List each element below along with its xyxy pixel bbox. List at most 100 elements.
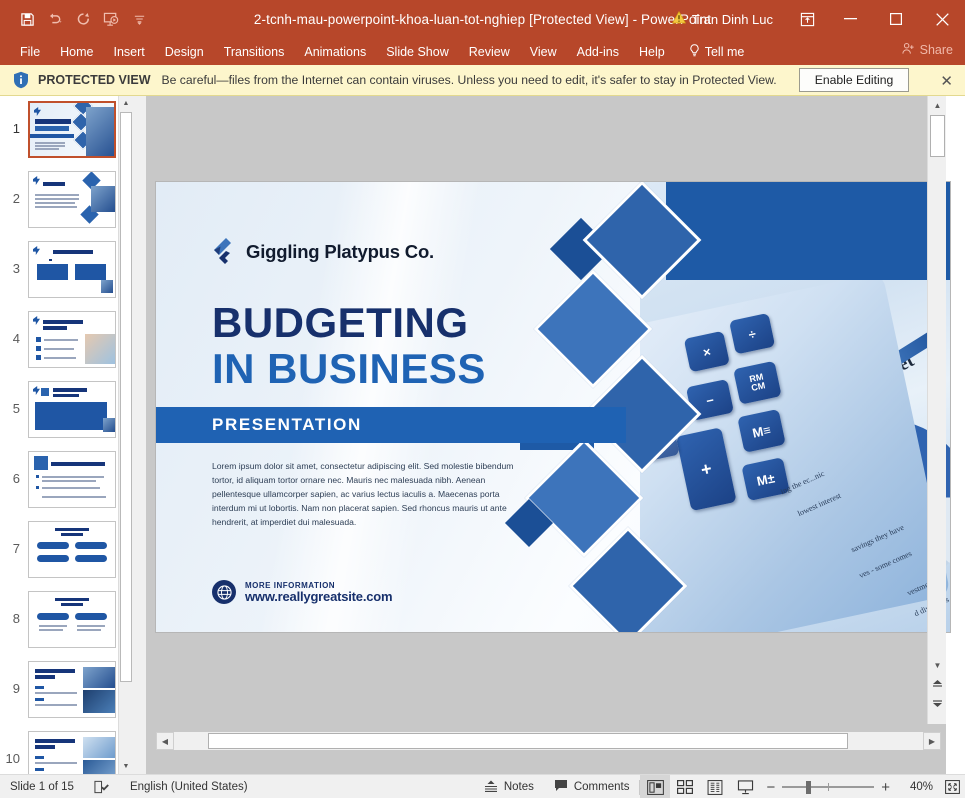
close-protected-view-icon[interactable]: ✕: [940, 72, 953, 90]
zoom-control[interactable]: − + 40%: [760, 779, 939, 796]
zoom-percentage[interactable]: 40%: [897, 781, 933, 793]
protected-view-bar: PROTECTED VIEW Be careful—files from the…: [0, 65, 965, 96]
tab-insert[interactable]: Insert: [104, 41, 155, 63]
enable-editing-button[interactable]: Enable Editing: [798, 68, 910, 92]
info-shield-icon: [8, 71, 34, 89]
user-name: Tran Dinh Luc: [691, 11, 773, 27]
language-indicator[interactable]: English (United States): [120, 775, 258, 798]
thumbnail-slide-5[interactable]: 5: [0, 381, 132, 446]
thumbnail-preview: [28, 311, 116, 368]
tab-view[interactable]: View: [520, 41, 567, 63]
undo-icon[interactable]: [42, 6, 68, 32]
ribbon-display-options-icon[interactable]: [787, 0, 827, 38]
previous-slide-button[interactable]: [928, 676, 947, 692]
next-slide-button[interactable]: [928, 694, 947, 710]
thumbnail-scroll-thumb[interactable]: [120, 112, 132, 682]
reading-view-button[interactable]: [700, 775, 730, 798]
thumbnail-scroll-up-icon[interactable]: ▲: [119, 96, 132, 111]
canvas-horizontal-scrollbar[interactable]: ◀ ▶: [156, 732, 941, 750]
notes-label: Notes: [503, 781, 534, 793]
thumbnail-slide-6[interactable]: 6: [0, 451, 132, 516]
zoom-slider-midpoint: [828, 783, 830, 791]
thumbnail-preview: [28, 591, 116, 648]
fit-slide-to-window-button[interactable]: [939, 775, 965, 798]
slide-counter[interactable]: Slide 1 of 15: [0, 775, 84, 798]
tab-slide-show[interactable]: Slide Show: [376, 41, 459, 63]
thumbnail-slide-3[interactable]: 3: [0, 241, 132, 306]
thumbnail-preview: [28, 381, 116, 438]
thumbnail-number: 10: [5, 751, 20, 766]
tab-add-ins[interactable]: Add-ins: [567, 41, 629, 63]
tab-home[interactable]: Home: [50, 41, 103, 63]
save-icon[interactable]: [14, 6, 40, 32]
canvas-vertical-scrollbar[interactable]: ▲ ▼: [927, 96, 946, 724]
pane-splitter[interactable]: [132, 96, 146, 774]
tab-design[interactable]: Design: [155, 41, 214, 63]
scroll-right-icon[interactable]: ▶: [923, 732, 941, 750]
status-bar: Slide 1 of 15 English (United States) No…: [0, 774, 965, 798]
tell-me-box[interactable]: Tell me: [675, 40, 755, 64]
thumbnail-slide-10[interactable]: 10: [0, 731, 132, 774]
thumbnail-slide-7[interactable]: 7: [0, 521, 132, 586]
thumbnail-slide-2[interactable]: 2: [0, 171, 132, 236]
zoom-in-button[interactable]: +: [881, 779, 890, 796]
calc-key-multiply: ×: [683, 330, 730, 373]
thumbnail-slide-8[interactable]: 8: [0, 591, 132, 656]
calc-key-divide: ÷: [729, 312, 776, 355]
thumbnail-preview: [28, 171, 116, 228]
start-presentation-icon[interactable]: [98, 6, 124, 32]
user-account[interactable]: Tran Dinh Luc: [671, 10, 773, 27]
thumbnail-number: 5: [12, 401, 20, 416]
comments-button[interactable]: Comments: [544, 775, 640, 798]
customize-quick-access-icon[interactable]: [126, 6, 152, 32]
scroll-down-icon[interactable]: ▼: [928, 656, 947, 674]
accessibility-checker-icon[interactable]: [84, 775, 120, 798]
tab-animations[interactable]: Animations: [294, 41, 376, 63]
zoom-slider-handle[interactable]: [806, 781, 812, 794]
thumbnail-number: 1: [12, 121, 20, 136]
maximize-button[interactable]: [873, 0, 919, 38]
horizontal-scroll-track[interactable]: [174, 732, 923, 750]
thumbnail-slide-4[interactable]: 4: [0, 311, 132, 376]
thumbnail-scroll-down-icon[interactable]: ▼: [119, 759, 132, 774]
calc-key-rm-cm: RM CM: [733, 360, 782, 405]
tab-file[interactable]: File: [10, 41, 50, 63]
slide-thumbnail-pane[interactable]: 1 2 3 4 5 6 7 8 9 10 ▲ ▼: [0, 96, 132, 774]
thumbnail-slide-1[interactable]: 1: [0, 101, 132, 166]
tab-transitions[interactable]: Transitions: [214, 41, 295, 63]
vertical-scroll-thumb[interactable]: [930, 115, 945, 157]
zoom-slider[interactable]: [782, 781, 875, 794]
current-slide[interactable]: Other 10% Car 10% Food 20% Budget × ÷ −: [156, 182, 950, 632]
slide-canvas[interactable]: Other 10% Car 10% Food 20% Budget × ÷ −: [146, 96, 950, 774]
normal-view-button[interactable]: [640, 775, 671, 798]
warning-triangle-icon: [671, 10, 686, 27]
globe-icon: [212, 580, 236, 604]
comments-label: Comments: [573, 781, 630, 793]
slide-show-view-button[interactable]: [730, 775, 760, 798]
redo-icon[interactable]: [70, 6, 96, 32]
thumbnail-scrollbar[interactable]: ▲ ▼: [118, 96, 132, 774]
tell-me-label: Tell me: [704, 44, 745, 59]
thumbnail-preview: [28, 101, 116, 158]
zoom-out-button[interactable]: −: [766, 779, 775, 796]
thumbnail-number: 6: [12, 471, 20, 486]
notes-button[interactable]: Notes: [474, 775, 544, 798]
close-button[interactable]: [919, 0, 965, 38]
work-area: 1 2 3 4 5 6 7 8 9 10 ▲ ▼ × ÷ − RM CM M≡ …: [0, 96, 965, 774]
minimize-button[interactable]: [827, 0, 873, 38]
presentation-label: PRESENTATION: [212, 415, 362, 434]
slide-body-text: Lorem ipsum dolor sit amet, consectetur …: [212, 461, 514, 527]
tab-review[interactable]: Review: [459, 41, 520, 63]
platypus-logo-icon: [212, 238, 237, 266]
tab-help[interactable]: Help: [629, 41, 675, 63]
scroll-left-icon[interactable]: ◀: [156, 732, 174, 750]
slide-sorter-view-button[interactable]: [670, 775, 700, 798]
scroll-up-icon[interactable]: ▲: [928, 96, 947, 114]
thumbnail-number: 3: [12, 261, 20, 276]
thumbnail-number: 9: [12, 681, 20, 696]
thumbnail-slide-9[interactable]: 9: [0, 661, 132, 726]
comment-bubble-icon: [554, 779, 568, 795]
protected-view-message: Be careful—files from the Internet can c…: [161, 73, 777, 87]
horizontal-scroll-thumb[interactable]: [208, 733, 848, 749]
share-button[interactable]: Share: [902, 42, 953, 58]
